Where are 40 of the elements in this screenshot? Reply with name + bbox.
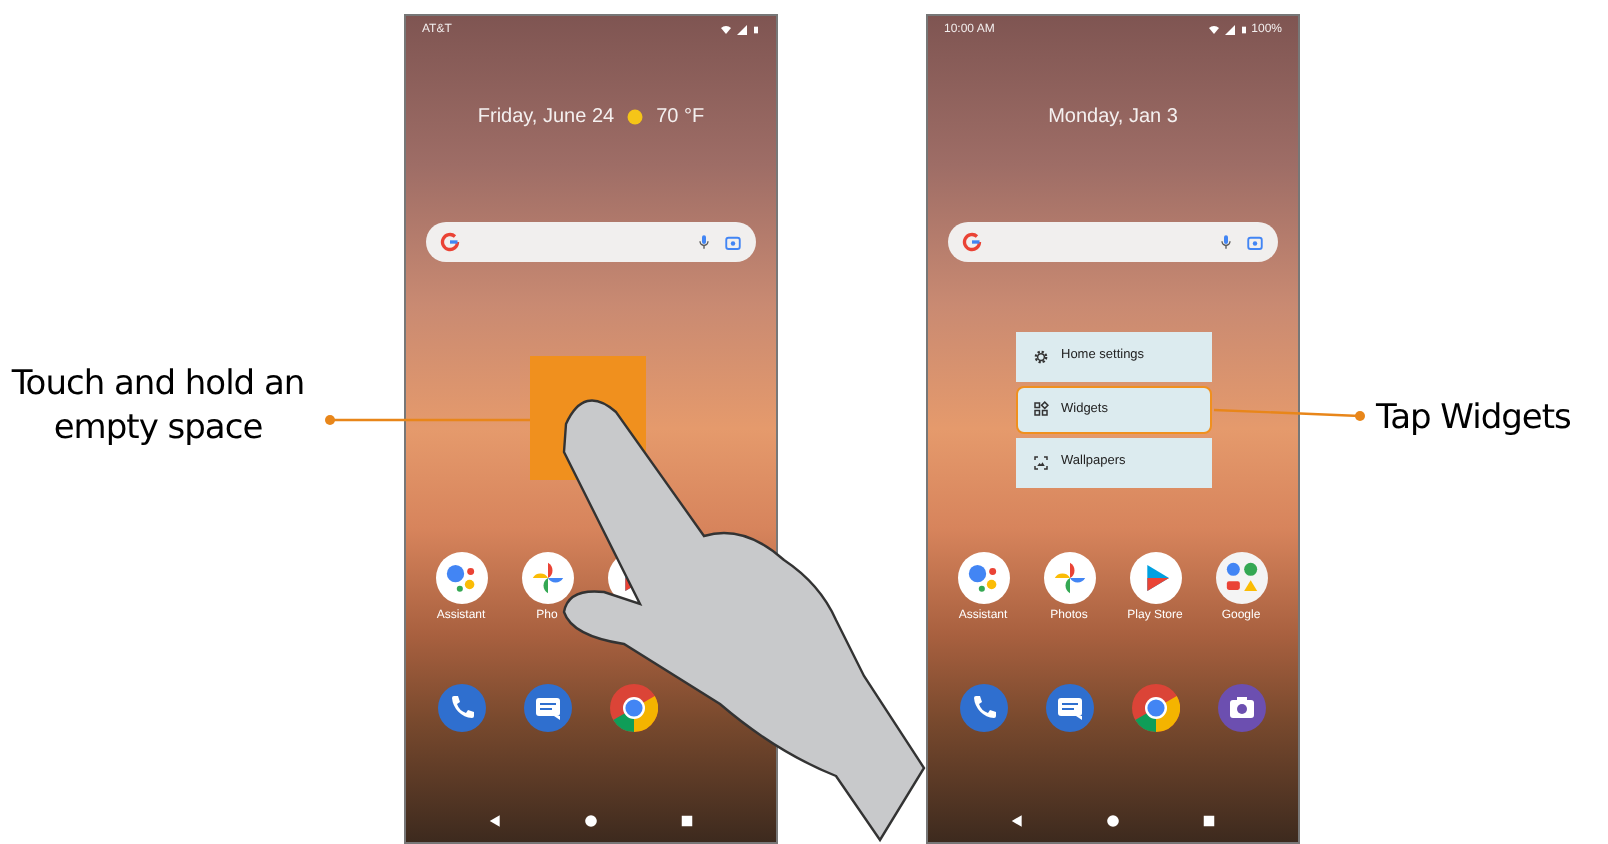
search-bar[interactable] — [426, 222, 756, 262]
message-icon[interactable] — [1045, 684, 1093, 732]
camera-lens-icon[interactable] — [1246, 233, 1264, 251]
microphone-icon[interactable] — [1218, 234, 1234, 250]
phone-handset-icon[interactable] — [437, 684, 485, 732]
date-text: Friday, June 24 — [477, 103, 615, 131]
camera-icon[interactable] — [1217, 684, 1265, 732]
pinwheel-icon[interactable] — [1043, 552, 1095, 604]
wifi-icon — [720, 24, 732, 36]
recents-icon[interactable] — [1202, 813, 1217, 827]
camera-lens-icon[interactable] — [724, 233, 742, 251]
browser-logo-icon[interactable] — [1131, 684, 1179, 732]
temperature-text: 70 °F — [656, 103, 705, 131]
date-text: Monday, Jan 3 — [1048, 103, 1178, 131]
home-icon[interactable] — [583, 813, 598, 827]
assistant-icon[interactable] — [435, 552, 487, 604]
assistant-icon[interactable] — [957, 552, 1009, 604]
browser-logo-icon[interactable] — [609, 684, 657, 732]
instruction-text: Tap Widgets — [1376, 396, 1571, 440]
recents-icon[interactable] — [680, 813, 695, 827]
grid-icon[interactable] — [1031, 400, 1049, 419]
message-icon[interactable] — [523, 684, 571, 732]
signal-icon — [736, 24, 748, 36]
signal-icon — [1223, 24, 1236, 36]
battery-icon — [752, 24, 760, 36]
phone-handset-icon[interactable] — [959, 684, 1007, 732]
microphone-icon[interactable] — [696, 234, 712, 250]
search-bar[interactable] — [948, 222, 1278, 262]
back-icon[interactable] — [1009, 813, 1024, 827]
sun-icon — [626, 107, 645, 125]
back-icon[interactable] — [487, 813, 502, 827]
pinwheel-icon[interactable] — [521, 552, 573, 604]
app-folder-icon[interactable] — [1215, 552, 1267, 604]
google-g-icon — [440, 232, 460, 252]
picture-frame-icon[interactable] — [1031, 453, 1049, 472]
wifi-icon — [1207, 24, 1220, 36]
home-icon[interactable] — [1105, 813, 1120, 827]
google-g-icon — [962, 232, 982, 252]
gear-icon[interactable] — [1031, 347, 1049, 366]
instruction-text: Touch and hold an empty space — [9, 362, 307, 452]
